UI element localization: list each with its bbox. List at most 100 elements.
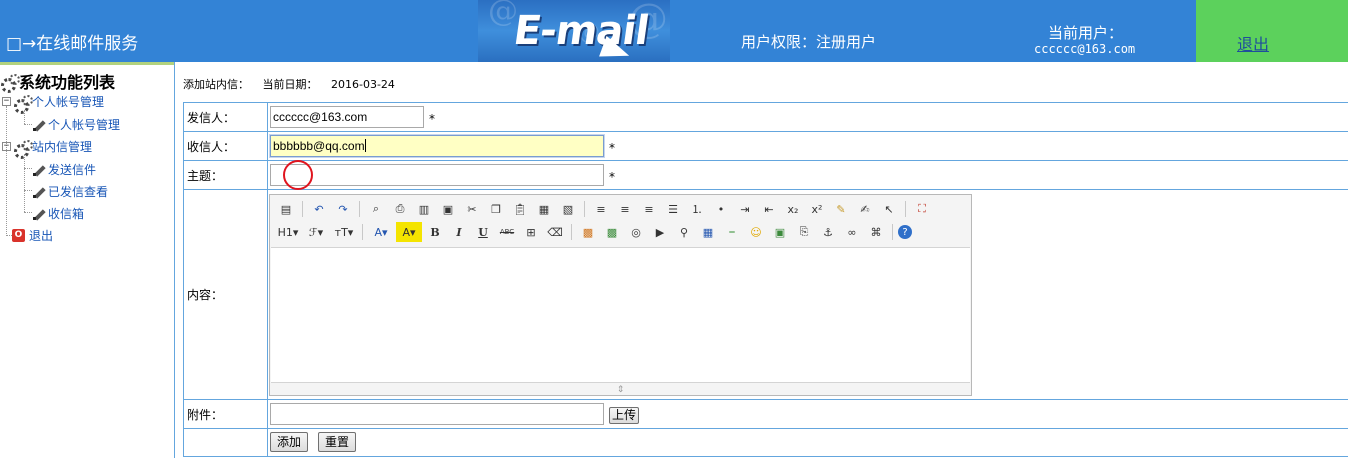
editor-content-area[interactable]: [271, 247, 970, 383]
indent-icon[interactable]: ⇥: [734, 199, 756, 219]
table-icon[interactable]: ▦: [697, 222, 719, 242]
help-icon[interactable]: ?: [898, 225, 912, 239]
emoticon-icon[interactable]: ☺: [745, 222, 767, 242]
sender-input[interactable]: cccccc@163.com: [270, 106, 424, 128]
subject-label: 主题：: [184, 161, 268, 189]
tree-line: [24, 190, 32, 191]
attachment-icon[interactable]: ⚲: [673, 222, 695, 242]
ordered-list-icon[interactable]: ⒈: [686, 199, 708, 219]
strikethrough-icon[interactable]: ABC: [496, 222, 518, 242]
flash-icon[interactable]: ◎: [625, 222, 647, 242]
align-right-icon[interactable]: ≡: [638, 199, 660, 219]
align-center-icon[interactable]: ≡: [614, 199, 636, 219]
section-title: 添加站内信：: [183, 78, 249, 91]
editor-resize-handle[interactable]: ⇕: [270, 384, 971, 395]
sidebar-group-label[interactable]: 个人帐号管理: [32, 93, 104, 110]
link-icon[interactable]: ∞: [841, 222, 863, 242]
paste-word-icon[interactable]: ▧: [557, 199, 579, 219]
tree-line: [24, 124, 32, 125]
eraser-icon[interactable]: ⌫: [544, 222, 566, 242]
editor-toolbar-row-1: ▤ ↶ ↷ ⌕ ⎙ ▥ ▣ ✂ ❐ 📋︎ ▦ ▧ ≡ ≡ ≡ ☰ ⒈ • ⇥ ⇤…: [274, 197, 934, 221]
subscript-icon[interactable]: x₂: [782, 199, 804, 219]
highlight-color-icon[interactable]: A▾: [396, 222, 422, 242]
font-family-dropdown[interactable]: ℱ ▾: [303, 222, 329, 242]
paste-text-icon[interactable]: ▦: [533, 199, 555, 219]
fullscreen-icon[interactable]: ⛶: [911, 199, 933, 219]
border-icon[interactable]: ⊞: [520, 222, 542, 242]
sender-row: 发信人： cccccc@163.com *: [183, 103, 1348, 132]
underline-icon[interactable]: U: [472, 222, 494, 242]
sidebar-item-sent[interactable]: 已发信查看: [32, 183, 108, 200]
sidebar-group-messages[interactable]: − 站内信管理: [2, 138, 92, 159]
redo-icon[interactable]: ↷: [332, 199, 354, 219]
anchor-icon[interactable]: ⚓: [817, 222, 839, 242]
multi-image-icon[interactable]: ▩: [601, 222, 623, 242]
text-caret: [364, 139, 366, 152]
map-icon[interactable]: ▣: [769, 222, 791, 242]
tree-line: [24, 154, 25, 212]
sidebar-item-inbox[interactable]: 收信箱: [32, 205, 84, 222]
media-icon[interactable]: ▶: [649, 222, 671, 242]
sidebar-item-send[interactable]: 发送信件: [32, 161, 96, 178]
font-color-icon[interactable]: A▾: [368, 222, 394, 242]
font-size-dropdown[interactable]: тT ▾: [331, 222, 357, 242]
sidebar-item-account[interactable]: 个人帐号管理: [32, 116, 120, 133]
preview-icon[interactable]: ⌕: [365, 199, 387, 219]
collapse-toggle-icon[interactable]: −: [2, 142, 11, 151]
align-left-icon[interactable]: ≡: [590, 199, 612, 219]
image-icon[interactable]: ▩: [577, 222, 599, 242]
print-icon[interactable]: ⎙: [389, 199, 411, 219]
select-icon[interactable]: ↖: [878, 199, 900, 219]
clear-format-icon[interactable]: ✎: [830, 199, 852, 219]
sidebar-group-account[interactable]: − 个人帐号管理: [2, 93, 104, 114]
bold-icon[interactable]: B: [424, 222, 446, 242]
sender-label: 发信人：: [184, 103, 268, 131]
superscript-icon[interactable]: x²: [806, 199, 828, 219]
undo-icon[interactable]: ↶: [308, 199, 330, 219]
pencil-icon: [32, 118, 46, 132]
content-label: 内容：: [184, 190, 268, 399]
sidebar-group-label[interactable]: 站内信管理: [32, 138, 92, 155]
reset-button[interactable]: 重置: [318, 432, 357, 452]
required-mark: *: [609, 141, 615, 155]
pencil-icon: [32, 185, 46, 199]
unlink-icon[interactable]: ⌘: [865, 222, 887, 242]
collapse-toggle-icon[interactable]: −: [2, 97, 11, 106]
rich-text-editor: ▤ ↶ ↷ ⌕ ⎙ ▥ ▣ ✂ ❐ 📋︎ ▦ ▧ ≡ ≡ ≡ ☰ ⒈ • ⇥ ⇤…: [269, 194, 972, 396]
code-icon[interactable]: ▣: [437, 199, 459, 219]
paste-icon[interactable]: 📋︎: [509, 199, 531, 219]
sidebar-item-label[interactable]: 个人帐号管理: [48, 116, 120, 133]
select-all-icon[interactable]: ✍: [854, 199, 876, 219]
gear-icon: [14, 139, 33, 159]
source-icon[interactable]: ▤: [275, 199, 297, 219]
italic-icon[interactable]: I: [448, 222, 470, 242]
add-button[interactable]: 添加: [270, 432, 309, 452]
subject-input[interactable]: [270, 164, 604, 186]
sidebar-item-label[interactable]: 退出: [29, 227, 53, 244]
cut-icon[interactable]: ✂: [461, 199, 483, 219]
unordered-list-icon[interactable]: •: [710, 199, 732, 219]
tree-line: [24, 168, 32, 169]
copy-icon[interactable]: ❐: [485, 199, 507, 219]
logout-panel: 退出: [1196, 0, 1348, 62]
toolbar-separator: [302, 201, 303, 217]
page-break-icon[interactable]: ⎘: [793, 222, 815, 242]
heading-dropdown[interactable]: H1 ▾: [275, 222, 301, 242]
upload-button[interactable]: 上传: [609, 407, 640, 424]
attachment-input[interactable]: [270, 403, 604, 425]
logout-link[interactable]: 退出: [1237, 31, 1269, 55]
sidebar-item-label[interactable]: 发送信件: [48, 161, 96, 178]
message-form: 发信人： cccccc@163.com * 收信人： bbbbbb@qq.com…: [183, 102, 1348, 457]
sidebar-root: 系统功能列表: [1, 69, 115, 93]
size-label: тT: [334, 225, 348, 239]
recipient-input[interactable]: bbbbbb@qq.com: [270, 135, 604, 157]
outdent-icon[interactable]: ⇤: [758, 199, 780, 219]
horizontal-rule-icon[interactable]: ⎯: [721, 222, 743, 242]
justify-icon[interactable]: ☰: [662, 199, 684, 219]
sidebar-item-label[interactable]: 收信箱: [48, 205, 84, 222]
template-icon[interactable]: ▥: [413, 199, 435, 219]
sidebar-item-label[interactable]: 已发信查看: [48, 183, 108, 200]
gear-icon: [1, 74, 20, 93]
sidebar-item-exit[interactable]: O 退出: [12, 227, 53, 244]
actions-label: [184, 429, 268, 456]
